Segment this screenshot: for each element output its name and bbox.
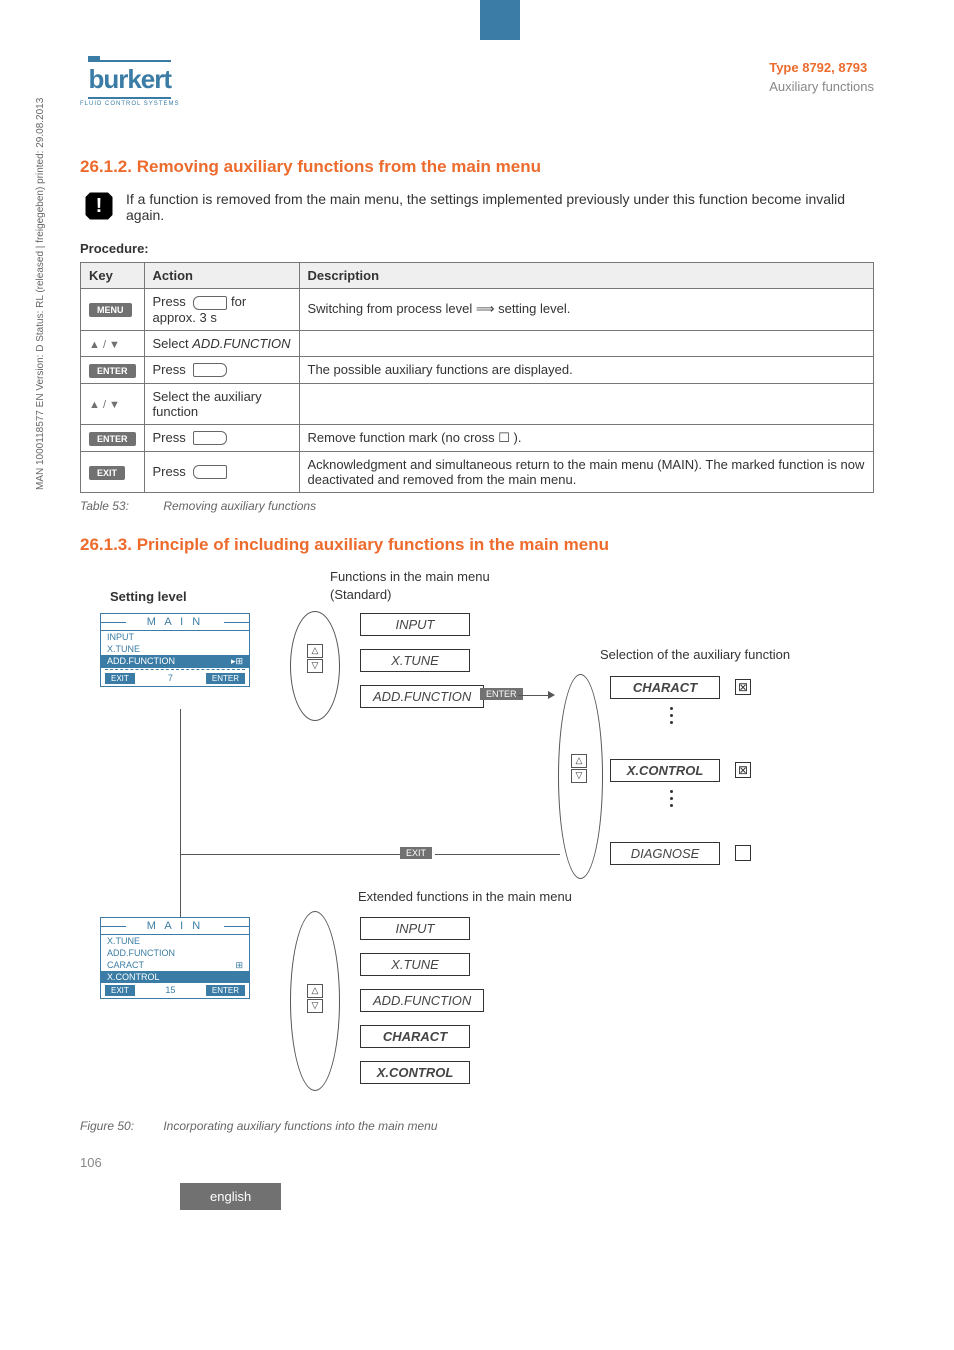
ext-xtune: X.TUNE	[360, 953, 470, 976]
desc-r5: Remove function mark (no cross ☐ ).	[299, 424, 874, 451]
lcd-panel-1: M A I N INPUT X.TUNE ADD.FUNCTION▸⊞ EXIT…	[100, 613, 250, 687]
ext-xcontrol: X.CONTROL	[360, 1061, 470, 1084]
func-xtune: X.TUNE	[360, 649, 470, 672]
top-color-tab	[480, 0, 520, 40]
exit-tag: EXIT	[400, 847, 432, 859]
aux-charact: CHARACT	[610, 676, 720, 699]
key-enter: ENTER	[89, 364, 136, 378]
checkbox-xcontrol: ⊠	[735, 762, 751, 778]
ext-input: INPUT	[360, 917, 470, 940]
funcs-std-label2: (Standard)	[330, 587, 391, 602]
sel-aux-label: Selection of the auxiliary function	[600, 647, 790, 662]
procedure-label: Procedure:	[80, 241, 874, 256]
action-r2: Select ADD.FUNCTION	[144, 330, 299, 356]
th-key: Key	[81, 263, 145, 289]
desc-r6: Acknowledgment and simultaneous return t…	[299, 451, 874, 492]
key-exit: EXIT	[89, 466, 125, 480]
up-down-icon: ▲ / ▼	[89, 339, 120, 351]
exclamation-icon: !	[84, 191, 114, 221]
note-box: ! If a function is removed from the main…	[80, 191, 874, 223]
desc-r1: Switching from process level ⟹ setting l…	[299, 289, 874, 331]
section-26-1-2-title: 26.1.2. Removing auxiliary functions fro…	[80, 157, 874, 177]
table-caption: Table 53: Removing auxiliary functions	[80, 499, 874, 513]
diagram: Setting level Functions in the main menu…	[80, 569, 874, 1109]
ext-addfunction: ADD.FUNCTION	[360, 989, 484, 1012]
note-text: If a function is removed from the main m…	[126, 191, 874, 223]
action-r4: Select the auxiliary function	[144, 383, 299, 424]
doc-id-side-text: MAN 1000118577 EN Version: D Status: RL …	[35, 98, 46, 490]
header-type-line: Type 8792, 8793	[769, 60, 874, 75]
ext-func-label: Extended functions in the main menu	[358, 889, 572, 904]
key-icon	[193, 465, 227, 479]
key-enter: ENTER	[89, 432, 136, 446]
key-menu: MENU	[89, 303, 132, 317]
arrow-stack-icon: △▽	[307, 644, 323, 673]
procedure-table: Key Action Description MENU Press for ap…	[80, 262, 874, 493]
key-icon	[193, 363, 227, 377]
arrow-stack-icon: △▽	[571, 754, 587, 783]
func-input: INPUT	[360, 613, 470, 636]
up-down-icon: ▲ / ▼	[89, 399, 120, 411]
header-sub-line: Auxiliary functions	[769, 79, 874, 94]
language-tab: english	[180, 1183, 281, 1210]
logo-text: burkert	[88, 60, 171, 99]
page-number: 106	[80, 1155, 874, 1170]
checkbox-charact: ⊠	[735, 679, 751, 695]
th-description: Description	[299, 263, 874, 289]
key-icon	[193, 296, 227, 310]
checkbox-diagnose	[735, 845, 751, 861]
ext-charact: CHARACT	[360, 1025, 470, 1048]
lcd-panel-2: M A I N X.TUNE ADD.FUNCTION CARACT⊞ X.CO…	[100, 917, 250, 999]
logo-subtext: FLUID CONTROL SYSTEMS	[80, 101, 179, 107]
setting-level-label: Setting level	[110, 589, 187, 604]
th-action: Action	[144, 263, 299, 289]
page-header: burkert FLUID CONTROL SYSTEMS Type 8792,…	[80, 60, 874, 107]
key-icon	[193, 431, 227, 445]
aux-diagnose: DIAGNOSE	[610, 842, 720, 865]
section-26-1-3-title: 26.1.3. Principle of including auxiliary…	[80, 535, 874, 555]
brand-logo: burkert FLUID CONTROL SYSTEMS	[80, 60, 179, 107]
func-addfunction: ADD.FUNCTION	[360, 685, 484, 708]
aux-xcontrol: X.CONTROL	[610, 759, 720, 782]
arrow-stack-icon: △▽	[307, 984, 323, 1013]
enter-tag: ENTER	[480, 688, 523, 700]
figure-caption: Figure 50: Incorporating auxiliary funct…	[80, 1119, 874, 1133]
funcs-std-label1: Functions in the main menu	[330, 569, 490, 584]
desc-r3: The possible auxiliary functions are dis…	[299, 356, 874, 383]
